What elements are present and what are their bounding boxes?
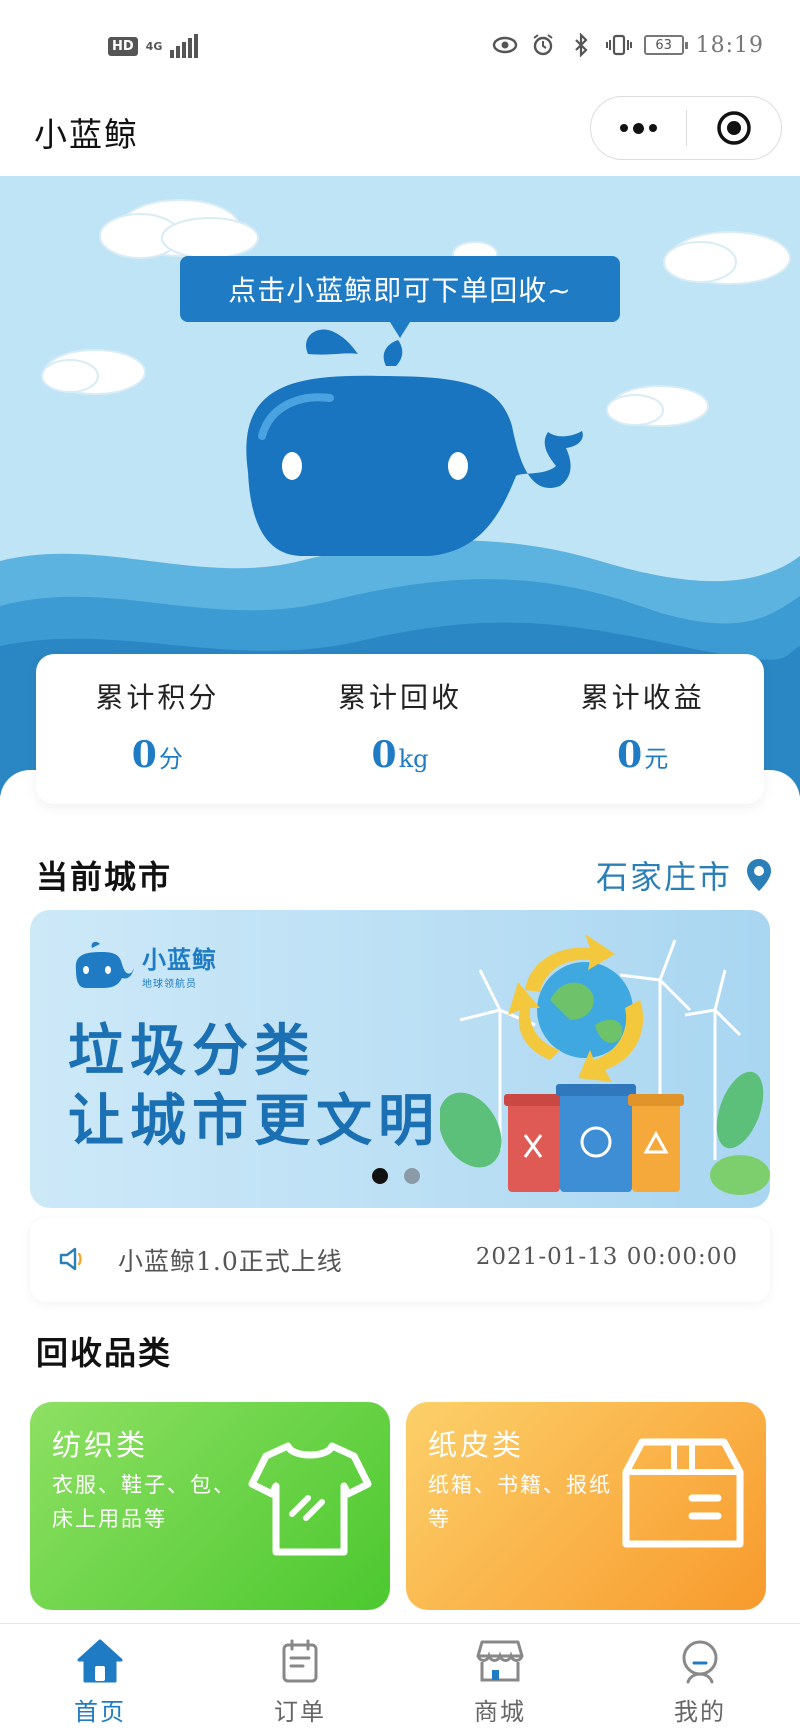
status-left: HD 4G: [108, 34, 199, 58]
banner-logo-text: 小蓝鲸 地球领航员: [142, 940, 217, 990]
bluetooth-icon: [568, 32, 594, 58]
eye-icon: [492, 32, 518, 58]
signal-icon: [170, 34, 199, 58]
banner-logo: 小蓝鲸 地球领航员: [72, 940, 217, 990]
more-button[interactable]: [591, 97, 686, 159]
close-mini-program-button[interactable]: [687, 97, 782, 159]
stat-value: 0 kg: [372, 734, 429, 776]
order-icon: [282, 1639, 318, 1683]
stat-unit: 分: [158, 745, 183, 773]
banner-brand: 小蓝鲸: [142, 946, 217, 974]
status-bar: HD 4G 63 18:19: [0, 0, 800, 96]
stat-number: 0: [131, 734, 157, 776]
recycle-illustration: [440, 934, 770, 1195]
battery-indicator: 63: [643, 35, 688, 55]
category-card-paper[interactable]: 纸皮类 纸箱、书籍、报纸等: [406, 1402, 766, 1610]
category-desc: 纸箱、书籍、报纸等: [428, 1473, 612, 1531]
notice-bar[interactable]: 小蓝鲸1.0正式上线 2021-01-13 00:00:00: [30, 1218, 770, 1302]
banner-pagination: [372, 1168, 420, 1184]
category-desc: 衣服、鞋子、包、床上用品等: [52, 1473, 236, 1531]
categories-heading: 回收品类: [36, 1334, 173, 1372]
alarm-icon: [530, 32, 556, 58]
category-card-textile[interactable]: 纺织类 衣服、鞋子、包、床上用品等: [30, 1402, 390, 1610]
stat-number: 0: [371, 734, 397, 776]
stat-earnings: 累计收益 0 元: [521, 654, 764, 804]
order-hint-bubble[interactable]: 点击小蓝鲸即可下单回收~: [180, 256, 620, 338]
notice-date: 2021-01-13 00:00:00: [475, 1244, 738, 1270]
city-selector[interactable]: 石家庄市: [596, 852, 772, 898]
stat-label: 累计积分: [95, 681, 220, 714]
tab-orders[interactable]: 订单: [200, 1624, 400, 1733]
stat-value: 0 元: [617, 734, 668, 776]
stat-value: 0 分: [132, 734, 183, 776]
home-icon: [77, 1639, 123, 1683]
stat-unit: kg: [398, 745, 429, 773]
network-type: 4G: [145, 39, 163, 53]
hd-badge: HD: [108, 36, 138, 56]
location-pin-icon: [747, 859, 771, 891]
tab-label: 订单: [274, 1698, 326, 1726]
tab-label: 首页: [74, 1698, 126, 1726]
pagination-dot-active[interactable]: [372, 1168, 388, 1184]
target-icon: [717, 111, 751, 145]
user-icon: [682, 1640, 718, 1684]
banner-headline-1: 垃圾分类: [68, 1019, 316, 1084]
tab-mine[interactable]: 我的: [600, 1624, 800, 1733]
pagination-dot[interactable]: [404, 1168, 420, 1184]
city-heading: 当前城市: [36, 858, 173, 896]
category-title: 纸皮类: [428, 1428, 525, 1462]
notice-text: 小蓝鲸1.0正式上线: [118, 1247, 343, 1276]
tshirt-icon: [248, 1442, 372, 1556]
tab-home[interactable]: 首页: [0, 1624, 200, 1733]
category-title: 纺织类: [52, 1428, 149, 1462]
promo-banner[interactable]: 小蓝鲸 地球领航员 垃圾分类 让城市更文明: [30, 910, 770, 1208]
status-time: 18:19: [695, 32, 764, 58]
whale-icon[interactable]: [246, 329, 583, 556]
tab-label: 我的: [674, 1698, 726, 1726]
stat-label: 累计收益: [580, 681, 705, 714]
whale-logo-icon: [75, 941, 134, 988]
city-name: 石家庄市: [595, 858, 732, 896]
page-title: 小蓝鲸: [34, 115, 139, 154]
title-bar: 小蓝鲸: [0, 96, 800, 176]
banner-headline-2: 让城市更文明: [68, 1089, 440, 1154]
stat-recycled: 累计回收 0 kg: [279, 654, 522, 804]
shop-icon: [476, 1640, 524, 1682]
status-right: 63 18:19: [492, 32, 764, 58]
bottom-tab-bar: 首页 订单 商城 我的: [0, 1623, 800, 1733]
mini-program-capsule: [590, 96, 782, 160]
box-icon: [622, 1438, 744, 1548]
speaker-icon: [59, 1247, 82, 1271]
banner-brand-sub: 地球领航员: [142, 979, 197, 990]
stats-card: 累计积分 0 分 累计回收 0 kg 累计收益 0 元: [36, 654, 764, 804]
stat-number: 0: [617, 734, 643, 776]
vibrate-icon: [605, 32, 632, 58]
stat-points: 累计积分 0 分: [36, 654, 279, 804]
tab-label: 商城: [474, 1698, 526, 1726]
tab-shop[interactable]: 商城: [400, 1624, 600, 1733]
stat-unit: 元: [644, 745, 669, 773]
stat-label: 累计回收: [338, 681, 463, 714]
